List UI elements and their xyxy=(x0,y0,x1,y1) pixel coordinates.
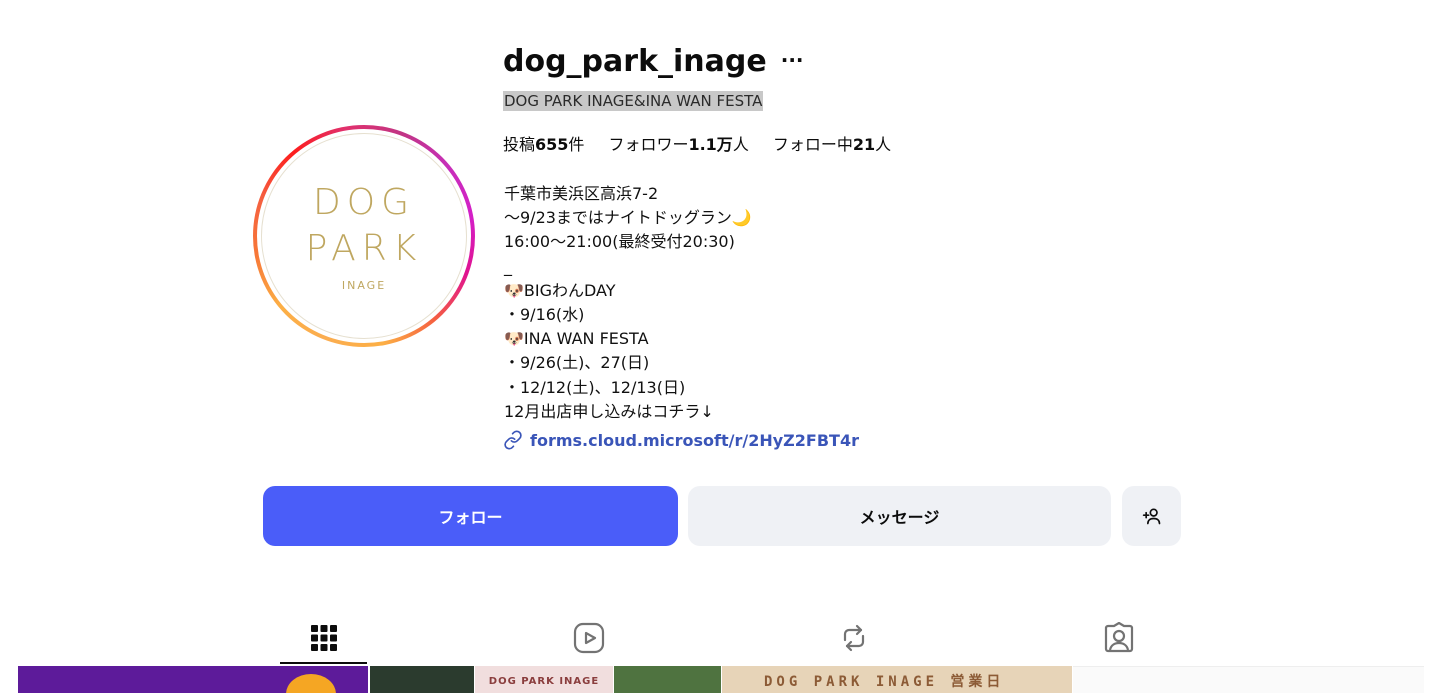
tagged-icon xyxy=(1104,622,1133,653)
profile-avatar[interactable]: DOG PARK INAGE xyxy=(253,125,475,347)
follow-button[interactable]: フォロー xyxy=(263,486,678,546)
bio-line: ・9/26(土)、27(日) xyxy=(504,353,650,373)
username-row: dog_park_inage ··· xyxy=(503,44,804,79)
suggested-users-button[interactable] xyxy=(1122,486,1181,546)
profile-link-text: forms.cloud.microsoft/r/2HyZ2FBT4r xyxy=(530,430,859,450)
add-user-icon xyxy=(1142,508,1160,525)
posts-count: 投稿655件 xyxy=(503,135,585,154)
avatar-logo-line3: INAGE xyxy=(341,278,387,292)
link-icon xyxy=(504,430,522,450)
tab-reels[interactable] xyxy=(545,612,632,664)
tab-tagged[interactable] xyxy=(1075,612,1162,664)
post-tile[interactable]: DOG PARK INAGE 営業日 xyxy=(722,666,1072,693)
post-tile[interactable] xyxy=(614,666,721,693)
full-name: DOG PARK INAGE&INA WAN FESTA xyxy=(503,91,764,111)
profile-page: DOG PARK INAGE dog_park_inage ··· DOG PA… xyxy=(0,0,1442,693)
message-button[interactable]: メッセージ xyxy=(688,486,1111,546)
avatar-logo: DOG PARK INAGE xyxy=(261,133,467,339)
bio-line: ・12/12(土)、12/13(日) xyxy=(504,377,686,397)
bio-line: _ xyxy=(504,256,512,276)
bio-line: 〜9/23まではナイトドッグラン🌙 xyxy=(504,208,752,228)
bio-line: 🐶INA WAN FESTA xyxy=(504,329,649,349)
bio-line: 千葉市美浜区高浜7-2 xyxy=(504,184,659,203)
following-count[interactable]: フォロー中21人 xyxy=(773,131,891,155)
bio-line: 🐶BIGわんDAY xyxy=(504,280,616,300)
post-tile[interactable] xyxy=(18,666,368,693)
post-tile-text: DOG PARK INAGE 営業日 xyxy=(764,674,1005,690)
profile-tabs xyxy=(280,612,1160,666)
followers-count[interactable]: フォロワー1.1万人 xyxy=(608,131,748,155)
tab-reposts[interactable] xyxy=(810,612,897,664)
profile-bio: 千葉市美浜区高浜7-2 〜9/23まではナイトドッグラン🌙 16:00〜21:0… xyxy=(504,182,752,424)
post-tile[interactable] xyxy=(370,666,474,693)
tab-posts[interactable] xyxy=(280,612,367,664)
posts-grid: DOG PARK INAGE DOG PARK INAGE 営業日 xyxy=(18,666,1424,693)
more-options-icon[interactable]: ··· xyxy=(781,48,804,72)
username[interactable]: dog_park_inage xyxy=(503,44,767,79)
post-tile[interactable]: DOG PARK INAGE xyxy=(475,666,613,693)
grid-icon xyxy=(310,625,337,651)
bio-line: 16:00〜21:00(最終受付20:30) xyxy=(504,232,735,252)
sun-graphic xyxy=(286,674,336,693)
profile-stats: 投稿655件 フォロワー1.1万人 フォロー中21人 xyxy=(503,131,915,155)
bio-line: 12月出店申し込みはコチラ↓ xyxy=(504,401,714,421)
repost-icon xyxy=(843,624,864,652)
avatar-logo-line2: PARK xyxy=(305,227,423,269)
bio-line: ・9/16(水) xyxy=(504,305,585,325)
reels-icon xyxy=(573,622,604,654)
active-tab-indicator xyxy=(280,662,367,664)
post-tile-text: DOG PARK INAGE xyxy=(488,676,600,687)
avatar-logo-line1: DOG xyxy=(313,181,415,223)
post-tile[interactable] xyxy=(1073,666,1424,693)
profile-link[interactable]: forms.cloud.microsoft/r/2HyZ2FBT4r xyxy=(503,430,859,450)
